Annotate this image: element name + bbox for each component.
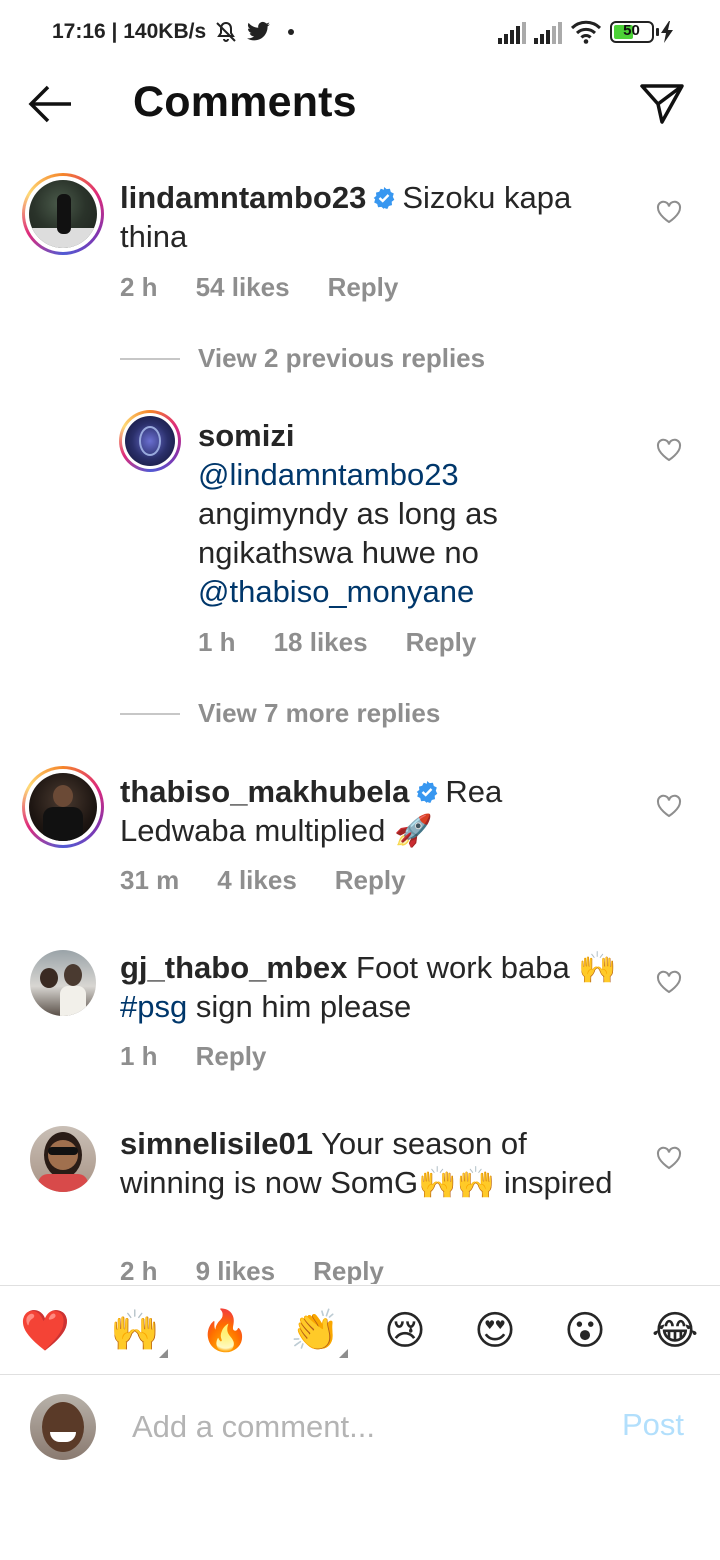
comment-username[interactable]: thabiso_makhubela (120, 774, 409, 809)
comment-username[interactable]: somizi (198, 418, 294, 453)
avatar[interactable] (30, 950, 96, 1016)
paper-plane-icon[interactable] (638, 80, 686, 128)
reply-button[interactable]: Reply (406, 627, 477, 657)
view-previous-replies-button[interactable]: View 2 previous replies (120, 343, 485, 374)
heart-eyes-emoji-button[interactable]: 😍 (470, 1306, 520, 1356)
heart-emoji-button[interactable]: ❤️ (20, 1306, 70, 1356)
comment-likes[interactable]: 18 likes (274, 627, 368, 657)
variant-indicator (339, 1349, 348, 1358)
comment-meta: 2 h 54 likes Reply (120, 272, 436, 303)
reply-button[interactable]: Reply (328, 272, 399, 302)
comment-likes[interactable]: 54 likes (196, 272, 290, 302)
comment-time: 31 m (120, 865, 180, 895)
quick-emoji-bar: ❤️ 🙌 🔥 👏 😢 😍 😮 😂 (0, 1285, 720, 1375)
rocket-emoji: 🚀 (394, 813, 433, 848)
comment-item: lindamntambo23 Sizoku kapa thina 2 h 54 li… (0, 142, 720, 307)
comment-username[interactable]: simnelisile01 (120, 1126, 313, 1161)
comment-likes[interactable]: 9 likes (196, 1256, 276, 1284)
like-heart-icon[interactable] (656, 1146, 682, 1170)
like-heart-icon[interactable] (656, 794, 682, 818)
comment-item: gj_thabo_mbex Foot work baba 🙌 #psg sign… (0, 938, 720, 1088)
comment-username[interactable]: lindamntambo23 (120, 180, 366, 215)
verified-badge-icon (374, 187, 395, 209)
twitter-icon (247, 21, 270, 41)
comments-list[interactable]: lindamntambo23 Sizoku kapa thina 2 h 54 li… (0, 142, 720, 1284)
comment-meta: 31 m 4 likes Reply (120, 865, 444, 896)
status-time-speed: 17:16 | 140KB/s (52, 20, 207, 43)
like-heart-icon[interactable] (656, 970, 682, 994)
mention-link[interactable]: @lindamntambo23 (198, 457, 459, 492)
like-heart-icon[interactable] (656, 200, 682, 224)
surprised-emoji-button[interactable]: 😮 (560, 1306, 610, 1356)
comment-text: thabiso_makhubela Rea Ledwaba multiplied … (120, 774, 503, 848)
story-ring[interactable] (119, 410, 181, 472)
reply-button[interactable]: Reply (196, 1041, 267, 1071)
page-title: Comments (133, 78, 357, 126)
reply-button[interactable]: Reply (335, 865, 406, 895)
post-button[interactable]: Post (622, 1407, 684, 1443)
charging-icon (661, 21, 673, 43)
avatar[interactable] (125, 416, 175, 466)
like-heart-icon[interactable] (656, 438, 682, 462)
battery-icon: 50 (610, 21, 659, 43)
comment-time: 2 h (120, 272, 158, 302)
comment-meta: 2 h 9 likes Reply (120, 1256, 422, 1284)
divider (120, 357, 180, 360)
reply-item: somizi @lindamntambo23 angimyndy as long… (0, 402, 720, 672)
laughing-emoji-button[interactable]: 😂 (650, 1306, 700, 1356)
variant-indicator (159, 1349, 168, 1358)
avatar[interactable] (29, 773, 97, 841)
hashtag-link[interactable]: #psg (120, 989, 187, 1024)
fire-emoji-button[interactable]: 🔥 (200, 1306, 250, 1356)
crying-emoji-button[interactable]: 😢 (380, 1306, 430, 1356)
comment-time: 1 h (120, 1041, 158, 1071)
comment-time: 2 h (120, 1256, 158, 1284)
comment-time: 1 h (198, 627, 236, 657)
comment-likes[interactable]: 4 likes (217, 865, 297, 895)
arrow-left-icon[interactable] (26, 82, 76, 126)
header: Comments (0, 66, 720, 142)
raised-hands-emoji: 🙌🙌 (418, 1165, 496, 1200)
avatar[interactable] (29, 180, 97, 248)
view-more-replies-button[interactable]: View 7 more replies (120, 698, 440, 729)
comment-text: gj_thabo_mbex Foot work baba 🙌 #psg sign… (120, 950, 617, 1024)
comment-input[interactable] (132, 1404, 572, 1450)
clapping-emoji-button[interactable]: 👏 (290, 1306, 348, 1358)
divider (120, 712, 180, 715)
current-user-avatar (30, 1394, 96, 1460)
dot-icon (288, 29, 294, 35)
mute-icon (216, 21, 236, 42)
comment-item: thabiso_makhubela Rea Ledwaba multiplied … (0, 762, 720, 912)
comment-text: simnelisile01 Your season of winning is … (120, 1126, 613, 1200)
add-comment-bar: Post (0, 1376, 720, 1476)
wifi-icon (570, 20, 602, 44)
battery-level: 50 (623, 22, 640, 39)
story-ring[interactable] (22, 173, 104, 255)
comment-meta: 1 h 18 likes Reply (198, 627, 514, 658)
avatar[interactable] (30, 1126, 96, 1192)
raised-hands-emoji-button[interactable]: 🙌 (110, 1306, 168, 1358)
comment-text: lindamntambo23 Sizoku kapa thina (120, 180, 572, 254)
comment-item: simnelisile01 Your season of winning is … (0, 1114, 720, 1284)
comment-username[interactable]: gj_thabo_mbex (120, 950, 347, 985)
reply-button[interactable]: Reply (313, 1256, 384, 1284)
signal-icon (534, 22, 562, 44)
comment-meta: 1 h Reply (120, 1041, 304, 1072)
raised-hands-emoji: 🙌 (578, 950, 617, 985)
story-ring[interactable] (22, 766, 104, 848)
verified-badge-icon (417, 781, 438, 803)
comment-text: somizi @lindamntambo23 angimyndy as long… (198, 418, 498, 609)
signal-icon (498, 22, 526, 44)
status-bar: 17:16 | 140KB/s 50 (0, 0, 720, 66)
mention-link[interactable]: @thabiso_monyane (198, 574, 474, 609)
